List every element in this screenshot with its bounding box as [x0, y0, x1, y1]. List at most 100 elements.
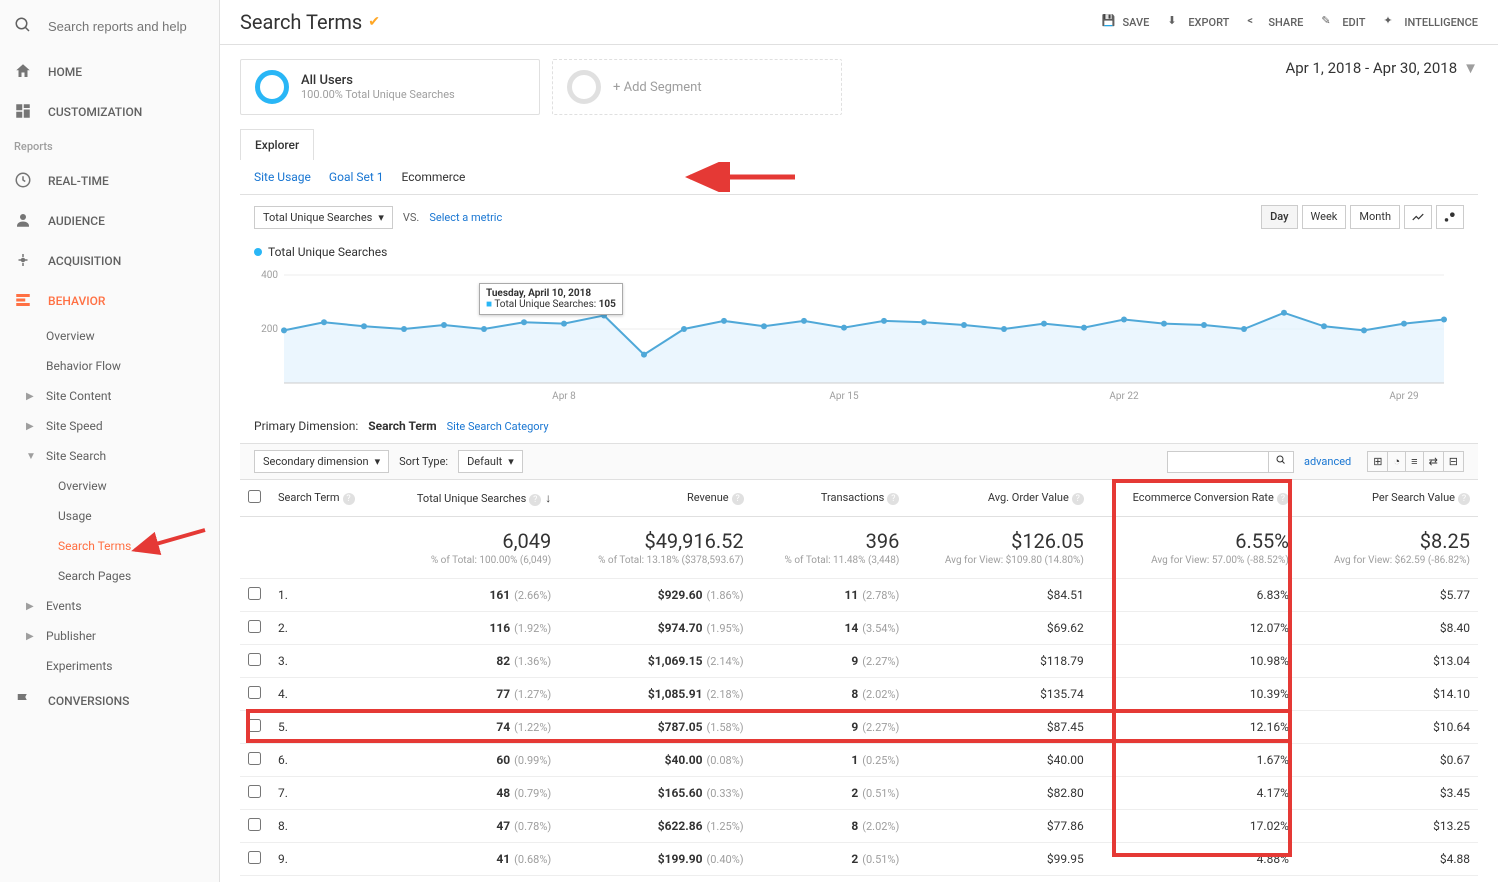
- chevron-down-icon: ▾: [375, 455, 381, 468]
- help-icon[interactable]: ?: [1277, 493, 1289, 505]
- row-checkbox[interactable]: [248, 620, 261, 633]
- caret-right-icon: ▶: [26, 631, 38, 642]
- row-checkbox[interactable]: [248, 719, 261, 732]
- nav-sub-site-content[interactable]: ▶Site Content: [0, 381, 219, 411]
- chart-tooltip: Tuesday, April 10, 2018 ■ Total Unique S…: [479, 283, 623, 315]
- col-psv[interactable]: Per Search Value?: [1297, 480, 1478, 517]
- share-button[interactable]: <SHARE: [1247, 14, 1303, 30]
- advanced-link[interactable]: advanced: [1304, 455, 1351, 468]
- table-row[interactable]: 5.74(1.22%)$787.05(1.58%)9(2.27%)$87.451…: [240, 711, 1478, 744]
- page-title: Search Terms✔: [240, 10, 380, 34]
- nav-realtime[interactable]: REAL-TIME: [0, 161, 219, 201]
- intelligence-button[interactable]: ✦INTELLIGENCE: [1383, 14, 1478, 30]
- table-row[interactable]: 7.48(0.79%)$165.60(0.33%)2(0.51%)$82.804…: [240, 777, 1478, 810]
- view-table-icon[interactable]: ⊞: [1368, 452, 1388, 471]
- col-aov[interactable]: Avg. Order Value?: [907, 480, 1091, 517]
- table-row[interactable]: 1.161(2.66%)$929.60(1.86%)11(2.78%)$84.5…: [240, 579, 1478, 612]
- nav-sub-events[interactable]: ▶Events: [0, 591, 219, 621]
- primary-dimension-alt[interactable]: Site Search Category: [447, 420, 549, 433]
- table-row[interactable]: 8.47(0.78%)$622.86(1.25%)8(2.02%)$77.861…: [240, 810, 1478, 843]
- table-search[interactable]: [1167, 451, 1294, 473]
- row-checkbox[interactable]: [248, 851, 261, 864]
- chart-legend: Total Unique Searches: [254, 245, 1464, 259]
- nav-behavior[interactable]: BEHAVIOR: [0, 281, 219, 321]
- chart-motion-icon[interactable]: [1436, 205, 1464, 229]
- col-search-term[interactable]: Search Term?: [270, 480, 380, 517]
- row-checkbox[interactable]: [248, 818, 261, 831]
- table-row[interactable]: 9.41(0.68%)$199.90(0.40%)2(0.51%)$99.954…: [240, 843, 1478, 876]
- table-row[interactable]: 6.60(0.99%)$40.00(0.08%)1(0.25%)$40.001.…: [240, 744, 1478, 777]
- help-icon[interactable]: ?: [343, 493, 355, 505]
- sidebar-search-input[interactable]: [48, 19, 188, 34]
- subtab-ecommerce[interactable]: Ecommerce: [402, 170, 466, 184]
- help-icon[interactable]: ?: [887, 493, 899, 505]
- nav-sub-site-speed[interactable]: ▶Site Speed: [0, 411, 219, 441]
- chart-line-icon[interactable]: [1404, 205, 1432, 229]
- row-checkbox[interactable]: [248, 752, 261, 765]
- secondary-dimension-dropdown[interactable]: Secondary dimension▾: [254, 450, 389, 473]
- edit-button[interactable]: ✎EDIT: [1321, 14, 1365, 30]
- select-metric-link[interactable]: Select a metric: [429, 211, 502, 224]
- table-search-button[interactable]: [1268, 452, 1293, 472]
- view-pie-icon[interactable]: ◔: [1388, 452, 1406, 471]
- primary-dimension-value[interactable]: Search Term: [368, 419, 436, 433]
- home-icon: [14, 62, 34, 82]
- col-transactions[interactable]: Transactions?: [752, 480, 908, 517]
- granularity-day[interactable]: Day: [1261, 205, 1297, 229]
- view-bar-icon[interactable]: ≡: [1406, 452, 1423, 471]
- nav-sub-behavior-flow[interactable]: Behavior Flow: [0, 351, 219, 381]
- nav-customization[interactable]: CUSTOMIZATION: [0, 92, 219, 132]
- nav-sub-site-search[interactable]: ▼Site Search: [0, 441, 219, 471]
- primary-metric-dropdown[interactable]: Total Unique Searches▾: [254, 206, 393, 229]
- nav-sub-ss-overview[interactable]: Overview: [0, 471, 219, 501]
- nav-sub-overview[interactable]: Overview: [0, 321, 219, 351]
- nav-sub-experiments[interactable]: Experiments: [0, 651, 219, 681]
- help-icon[interactable]: ?: [1072, 493, 1084, 505]
- svg-text:Apr 15: Apr 15: [829, 391, 859, 402]
- table-row[interactable]: 4.77(1.27%)$1,085.91(2.18%)8(2.02%)$135.…: [240, 678, 1478, 711]
- col-ecr[interactable]: Ecommerce Conversion Rate?: [1092, 480, 1297, 517]
- help-icon[interactable]: ?: [732, 493, 744, 505]
- row-checkbox[interactable]: [248, 686, 261, 699]
- add-segment-button[interactable]: + Add Segment: [552, 59, 842, 115]
- view-comparison-icon[interactable]: ⇄: [1424, 452, 1444, 471]
- date-range-picker[interactable]: Apr 1, 2018 - Apr 30, 2018▼: [1285, 59, 1478, 77]
- nav-conversions[interactable]: CONVERSIONS: [0, 681, 219, 721]
- table-search-input[interactable]: [1168, 452, 1268, 472]
- table-row[interactable]: 2.116(1.92%)$974.70(1.95%)14(3.54%)$69.6…: [240, 612, 1478, 645]
- row-checkbox[interactable]: [248, 587, 261, 600]
- subtab-site-usage[interactable]: Site Usage: [254, 170, 311, 184]
- select-all-checkbox[interactable]: [248, 490, 261, 503]
- granularity-week[interactable]: Week: [1302, 205, 1347, 229]
- chevron-down-icon: ▼: [1463, 59, 1478, 77]
- nav-audience[interactable]: AUDIENCE: [0, 201, 219, 241]
- nav-acquisition[interactable]: ACQUISITION: [0, 241, 219, 281]
- granularity-month[interactable]: Month: [1350, 205, 1400, 229]
- row-checkbox[interactable]: [248, 785, 261, 798]
- help-icon[interactable]: ?: [529, 494, 541, 506]
- tab-label: Explorer: [241, 130, 313, 160]
- view-pivot-icon[interactable]: ⊟: [1444, 452, 1463, 471]
- nav-home[interactable]: HOME: [0, 52, 219, 92]
- explorer-tab[interactable]: Explorer: [240, 129, 314, 160]
- table-row[interactable]: 10.38(0.63%)$125.60(0.25%)2(0.51%)$62.80…: [240, 876, 1478, 882]
- save-button[interactable]: 💾SAVE: [1102, 14, 1150, 30]
- nav-sub-publisher[interactable]: ▶Publisher: [0, 621, 219, 651]
- row-checkbox[interactable]: [248, 653, 261, 666]
- table-row[interactable]: 3.82(1.36%)$1,069.15(2.14%)9(2.27%)$118.…: [240, 645, 1478, 678]
- col-checkbox[interactable]: [240, 480, 270, 517]
- edit-icon: ✎: [1321, 14, 1337, 30]
- col-unique-searches[interactable]: Total Unique Searches?↓: [380, 480, 559, 517]
- svg-text:Apr 8: Apr 8: [552, 391, 576, 402]
- nav-sub-ss-search-pages[interactable]: Search Pages: [0, 561, 219, 591]
- segment-all-users[interactable]: All Users 100.00% Total Unique Searches: [240, 59, 540, 115]
- subtab-goal-set-1[interactable]: Goal Set 1: [329, 170, 384, 184]
- help-icon[interactable]: ?: [1458, 493, 1470, 505]
- export-button[interactable]: ⬇EXPORT: [1167, 14, 1229, 30]
- view-mode-icons: ⊞ ◔ ≡ ⇄ ⊟: [1367, 451, 1464, 472]
- sidebar-search[interactable]: [0, 0, 219, 52]
- col-revenue[interactable]: Revenue?: [559, 480, 751, 517]
- chart[interactable]: 200400Apr 8Apr 15Apr 22Apr 29 Tuesday, A…: [254, 265, 1464, 409]
- sort-type-dropdown[interactable]: Default▾: [458, 450, 523, 473]
- nav-label: CUSTOMIZATION: [48, 105, 142, 119]
